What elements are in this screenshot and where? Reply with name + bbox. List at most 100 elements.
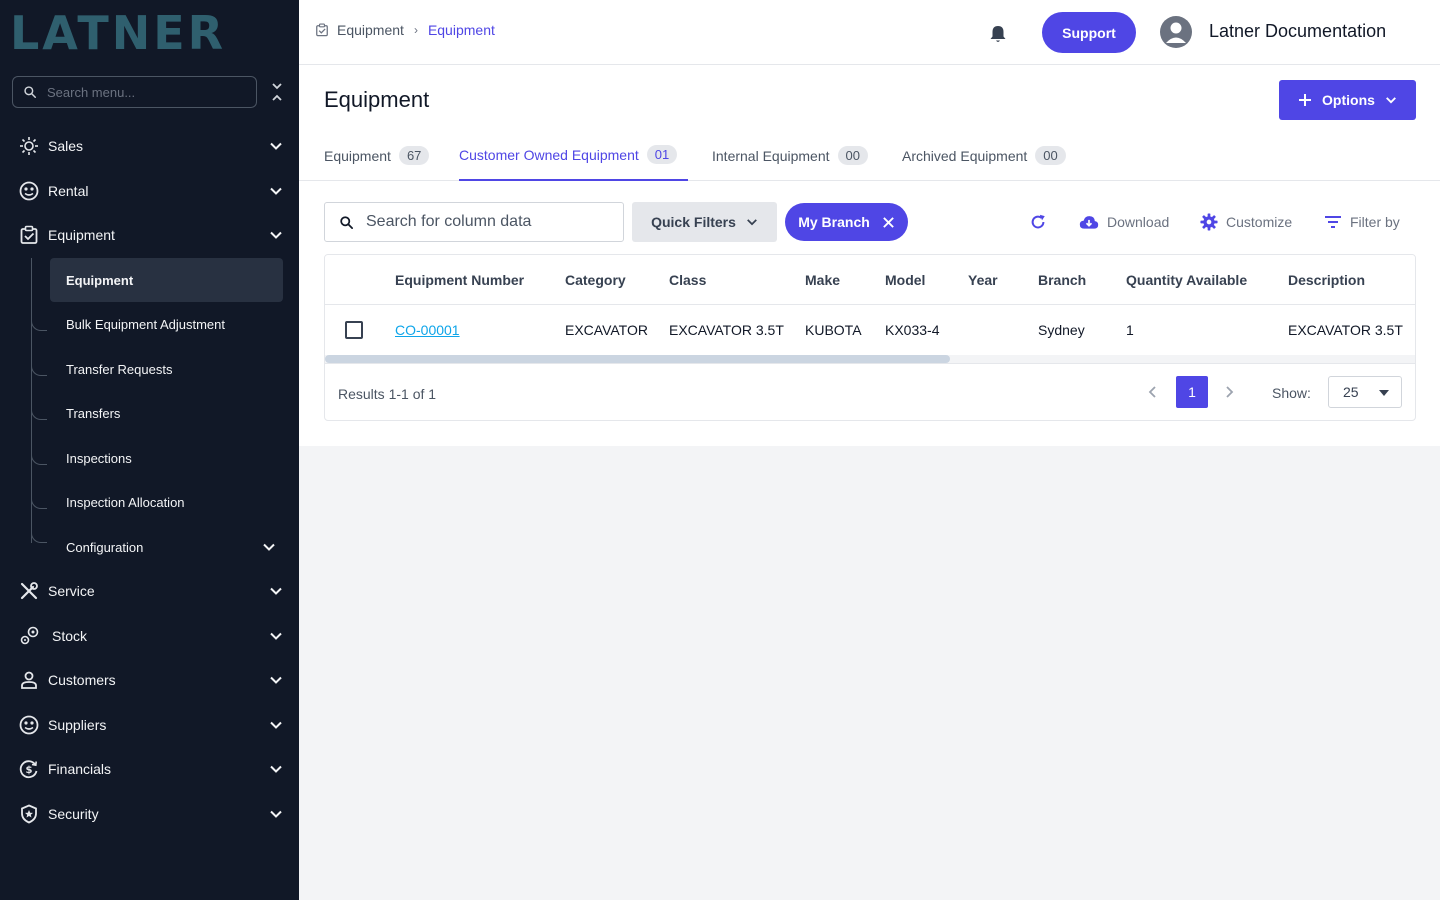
table-search-input[interactable]	[366, 213, 616, 231]
sidebar-subitem-label: Equipment	[66, 272, 134, 288]
sidebar-item-suppliers[interactable]: Suppliers	[0, 705, 299, 745]
cloud-download-icon	[1079, 216, 1099, 229]
table-header: Equipment Number Category Class Make Mod…	[325, 255, 1415, 305]
suppliers-icon	[19, 715, 39, 735]
sidebar-item-equipment[interactable]: Equipment	[0, 215, 299, 255]
customers-icon	[21, 671, 37, 689]
sidebar-subitem-label: Configuration	[66, 539, 144, 555]
search-icon	[24, 86, 36, 98]
sidebar-item-stock[interactable]: Stock	[0, 616, 299, 656]
column-header[interactable]: Branch	[1038, 272, 1086, 288]
chevron-right-icon[interactable]	[1221, 384, 1237, 400]
page-size-value: 25	[1343, 384, 1359, 400]
chevron-down-icon	[270, 231, 282, 239]
column-header[interactable]: Category	[565, 272, 626, 288]
horizontal-scrollbar[interactable]	[325, 355, 1415, 363]
table-row[interactable]: CO-00001 EXCAVATOR EXCAVATOR 3.5T KUBOTA…	[325, 305, 1415, 355]
sidebar-item-service[interactable]: Service	[0, 571, 299, 611]
submenu-connector	[31, 319, 47, 331]
sidebar-item-label: Sales	[48, 138, 84, 154]
download-button[interactable]: Download	[1079, 202, 1169, 242]
tab-label: Archived Equipment	[902, 147, 1028, 164]
sidebar-item-label: Equipment	[48, 227, 115, 243]
column-header[interactable]: Equipment Number	[395, 272, 524, 288]
column-header[interactable]: Description	[1288, 272, 1365, 288]
tab-equipment[interactable]: Equipment 67	[324, 130, 430, 181]
sidebar-item-rental[interactable]: Rental	[0, 171, 299, 211]
table-search[interactable]	[324, 202, 624, 242]
submenu-connector	[31, 408, 47, 420]
support-button[interactable]: Support	[1042, 12, 1136, 53]
sidebar-subitem-configuration[interactable]: Configuration	[50, 525, 283, 569]
sidebar-subitem-label: Bulk Equipment Adjustment	[66, 316, 225, 332]
chevron-down-icon	[270, 142, 282, 150]
refresh-button[interactable]	[1029, 202, 1047, 242]
quick-filters-label: Quick Filters	[651, 214, 736, 230]
financials-icon: $	[19, 760, 38, 779]
sidebar-item-security[interactable]: Security	[0, 794, 299, 834]
chevron-down-icon	[270, 810, 282, 818]
sidebar-item-label: Financials	[48, 761, 112, 777]
page-size-select[interactable]: 25	[1328, 376, 1402, 408]
page-number-button[interactable]: 1	[1176, 376, 1208, 408]
table-cell: 1	[1126, 322, 1134, 338]
customize-button[interactable]: Customize	[1200, 202, 1292, 242]
quick-filters-button[interactable]: Quick Filters	[632, 202, 777, 242]
chevron-down-icon	[270, 632, 282, 640]
sidebar-item-financials[interactable]: $ Financials	[0, 749, 299, 789]
sidebar: LATNER Sales Rental Equipment Equipment …	[0, 0, 299, 900]
scrollbar-thumb[interactable]	[325, 355, 950, 363]
refresh-icon	[1031, 214, 1045, 229]
sidebar-subitem-label: Transfers	[66, 405, 121, 421]
sidebar-subitem-inspection-allocation[interactable]: Inspection Allocation	[50, 480, 283, 524]
bell-icon[interactable]	[988, 24, 1008, 44]
caret-down-icon	[1379, 390, 1389, 396]
column-header[interactable]: Class	[669, 272, 706, 288]
options-button[interactable]: Options	[1279, 80, 1416, 120]
sidebar-item-customers[interactable]: Customers	[0, 660, 299, 700]
chevron-down-icon	[747, 219, 757, 226]
table-cell: KUBOTA	[805, 322, 862, 338]
page-size-label: Show:	[1272, 385, 1311, 401]
sidebar-subitem-inspections[interactable]: Inspections	[50, 436, 283, 480]
sidebar-item-label: Customers	[48, 672, 116, 688]
breadcrumb-link[interactable]: Equipment	[337, 22, 404, 38]
avatar[interactable]	[1160, 16, 1192, 48]
tab-customer-owned-equipment[interactable]: Customer Owned Equipment 01	[459, 130, 688, 181]
sidebar-search[interactable]	[12, 76, 257, 108]
sidebar-search-input[interactable]	[47, 84, 237, 100]
customize-label: Customize	[1226, 214, 1293, 230]
sidebar-item-label: Stock	[52, 628, 88, 644]
filter-by-button[interactable]: Filter by	[1324, 202, 1400, 242]
chevron-left-icon[interactable]	[1145, 384, 1161, 400]
collapse-sidebar-icon[interactable]	[268, 82, 286, 104]
latner-logo[interactable]: LATNER	[10, 10, 282, 56]
tab-archived-equipment[interactable]: Archived Equipment 00	[902, 130, 1066, 181]
column-header[interactable]: Year	[968, 272, 998, 288]
row-checkbox[interactable]	[345, 321, 363, 339]
sidebar-subitem-equipment[interactable]: Equipment	[50, 258, 283, 302]
sidebar-item-sales[interactable]: Sales	[0, 126, 299, 166]
tab-internal-equipment[interactable]: Internal Equipment 00	[712, 130, 868, 181]
chevron-down-icon	[270, 587, 282, 595]
sidebar-item-label: Rental	[48, 183, 89, 199]
column-header[interactable]: Model	[885, 272, 925, 288]
count-badge: 00	[1035, 146, 1066, 165]
chevron-down-icon	[1385, 97, 1396, 104]
filter-chip-my-branch[interactable]: My Branch	[785, 203, 908, 241]
sidebar-subitem-bulk-equipment-adjustment[interactable]: Bulk Equipment Adjustment	[50, 302, 283, 346]
column-header[interactable]: Make	[805, 272, 840, 288]
equipment-number-link[interactable]: CO-00001	[395, 322, 460, 338]
table-toolbar: Quick Filters My Branch Download Customi…	[324, 202, 1416, 242]
column-header[interactable]: Quantity Available	[1126, 272, 1247, 288]
close-icon[interactable]	[882, 216, 895, 229]
sidebar-subitem-transfers[interactable]: Transfers	[50, 391, 283, 435]
sidebar-subitem-label: Inspection Allocation	[66, 494, 185, 510]
download-label: Download	[1107, 214, 1170, 230]
main-content: Equipment Options Equipment 67 Customer …	[299, 65, 1440, 446]
sidebar-subitem-transfer-requests[interactable]: Transfer Requests	[50, 347, 283, 391]
submenu-connector	[31, 453, 47, 465]
user-name[interactable]: Latner Documentation	[1209, 21, 1386, 42]
submenu-connector	[31, 497, 47, 509]
stock-icon	[20, 626, 39, 645]
